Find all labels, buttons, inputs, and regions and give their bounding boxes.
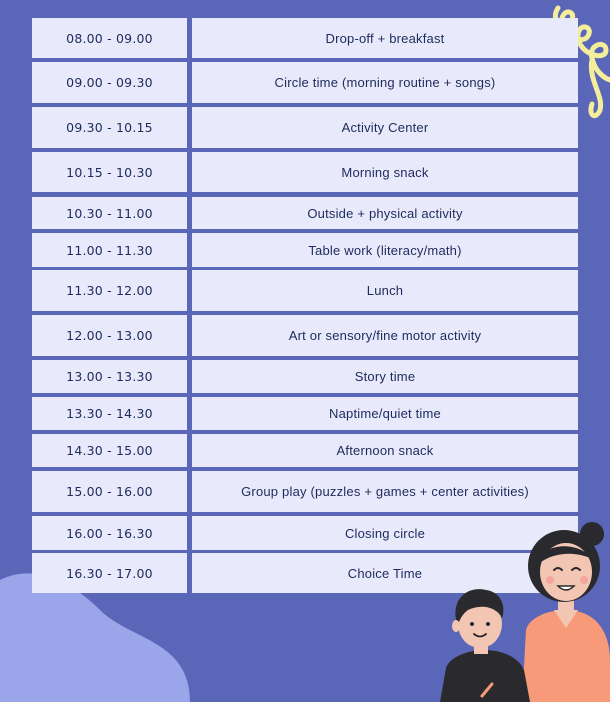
schedule-row: 13.00 - 13.30 Story time	[32, 360, 578, 393]
activity-name: Naptime/quiet time	[192, 397, 578, 430]
time-slot: 10.15 - 10.30	[32, 152, 187, 192]
activity-name: Morning snack	[192, 152, 578, 192]
time-slot: 13.00 - 13.30	[32, 360, 187, 393]
time-slot: 08.00 - 09.00	[32, 18, 187, 58]
teacher-child-illustration	[440, 522, 610, 702]
time-slot: 16.30 - 17.00	[32, 553, 187, 593]
schedule-row: 09.00 - 09.30 Circle time (morning routin…	[32, 62, 578, 103]
time-slot: 11.30 - 12.00	[32, 270, 187, 311]
activity-name: Activity Center	[192, 107, 578, 148]
activity-name: Table work (literacy/math)	[192, 233, 578, 267]
activity-name: Outside + physical activity	[192, 197, 578, 229]
activity-name: Afternoon snack	[192, 434, 578, 467]
time-slot: 09.00 - 09.30	[32, 62, 187, 103]
schedule-row: 11.00 - 11.30 Table work (literacy/math)	[32, 233, 578, 267]
time-slot: 16.00 - 16.30	[32, 516, 187, 550]
schedule-row: 15.00 - 16.00 Group play (puzzles + games…	[32, 471, 578, 512]
schedule-row: 08.00 - 09.00 Drop-off + breakfast	[32, 18, 578, 58]
child-icon	[440, 589, 530, 702]
activity-name: Art or sensory/fine motor activity	[192, 315, 578, 356]
time-slot: 15.00 - 16.00	[32, 471, 187, 512]
time-slot: 13.30 - 14.30	[32, 397, 187, 430]
time-slot: 12.00 - 13.00	[32, 315, 187, 356]
schedule-row: 13.30 - 14.30 Naptime/quiet time	[32, 397, 578, 430]
teacher-icon	[522, 522, 610, 702]
time-slot: 09.30 - 10.15	[32, 107, 187, 148]
schedule-row: 10.15 - 10.30 Morning snack	[32, 152, 578, 192]
activity-name: Circle time (morning routine + songs)	[192, 62, 578, 103]
activity-name: Lunch	[192, 270, 578, 311]
schedule-row: 11.30 - 12.00 Lunch	[32, 270, 578, 311]
schedule-page: 08.00 - 09.00 Drop-off + breakfast 09.00 -…	[0, 0, 610, 702]
activity-name: Story time	[192, 360, 578, 393]
schedule-row: 14.30 - 15.00 Afternoon snack	[32, 434, 578, 467]
activity-name: Drop-off + breakfast	[192, 18, 578, 58]
time-slot: 14.30 - 15.00	[32, 434, 187, 467]
time-slot: 10.30 - 11.00	[32, 197, 187, 229]
time-slot: 11.00 - 11.30	[32, 233, 187, 267]
schedule-row: 12.00 - 13.00 Art or sensory/fine motor a…	[32, 315, 578, 356]
schedule-row: 10.30 - 11.00 Outside + physical activity	[32, 197, 578, 229]
schedule-row: 09.30 - 10.15 Activity Center	[32, 107, 578, 148]
activity-name: Group play (puzzles + games + center act…	[192, 471, 578, 512]
